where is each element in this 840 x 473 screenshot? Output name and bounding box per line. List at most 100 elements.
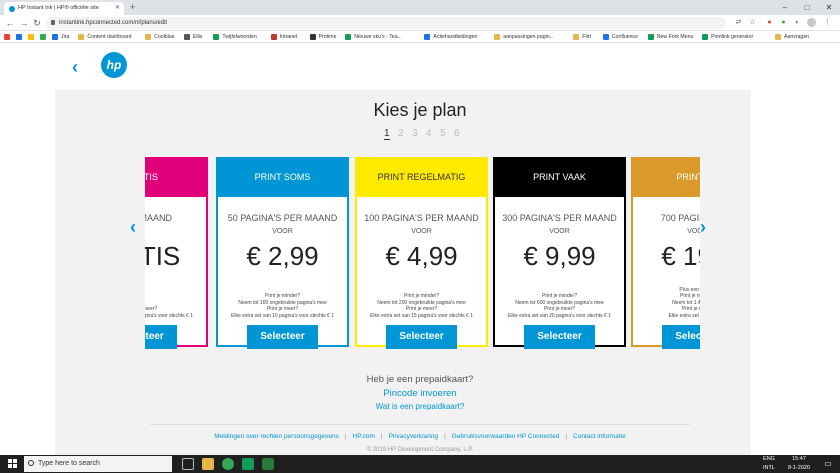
profile-icon[interactable]: [807, 18, 816, 27]
bookmark-item[interactable]: Printlink generator: [702, 32, 753, 42]
url-field[interactable]: instantink.hpconnected.com/nl/plans/edit: [46, 17, 726, 29]
close-window-icon[interactable]: ✕: [818, 0, 840, 15]
back-icon[interactable]: ←: [4, 16, 16, 30]
plan-note: Print je meer?: [145, 306, 158, 312]
footer-link[interactable]: Contact informatie: [573, 433, 626, 440]
clock[interactable]: 15:47 8-1-2020: [782, 455, 816, 473]
clock-time: 15:47: [792, 456, 806, 462]
carousel-next-icon[interactable]: ›: [700, 217, 706, 238]
plan-price: € 4,99: [385, 241, 458, 271]
what-is-prepaid-link[interactable]: Wat is een prepaidkaart?: [0, 402, 840, 411]
bookmark-item[interactable]: Coolblue: [145, 32, 175, 42]
maximize-icon[interactable]: □: [796, 0, 818, 15]
bookmark-item[interactable]: Intranet: [270, 32, 297, 42]
footer-link[interactable]: Gebruiksvoorwaarden HP Connected: [452, 433, 560, 440]
bookmark-item[interactable]: [16, 32, 25, 42]
bookmark-item[interactable]: aanpassingen pagin...: [494, 32, 554, 42]
bookmark-item[interactable]: Protime: [309, 32, 336, 42]
pager-page-3[interactable]: 3: [412, 128, 418, 139]
language-indicator: ENG INTL: [762, 455, 776, 473]
select-plan-button[interactable]: Selecteer: [247, 325, 318, 349]
bookmark-item[interactable]: Content dashboard: [78, 32, 132, 42]
bookmark-item[interactable]: [28, 32, 37, 42]
pager-page-5[interactable]: 5: [440, 128, 446, 139]
bookmark-label: Jira: [61, 34, 70, 40]
bookmark-item[interactable]: Actiehandleidingen: [424, 32, 477, 42]
plan-pages: 300 PAGINA'S PER MAAND: [502, 213, 617, 223]
back-chevron-icon[interactable]: ‹: [72, 57, 78, 78]
taskbar-search[interactable]: Type here to search: [24, 456, 172, 472]
reload-icon[interactable]: ↻: [31, 16, 43, 30]
footer-separator: |: [344, 433, 347, 440]
plan-note: Print je minder?: [264, 293, 300, 299]
translate-icon[interactable]: ⇄: [734, 18, 743, 27]
select-plan-button[interactable]: Selecteer: [662, 325, 700, 349]
bookmark-label: Confluence: [611, 34, 639, 40]
pager-page-4[interactable]: 4: [426, 128, 432, 139]
pager-page-2[interactable]: 2: [398, 128, 404, 139]
bookmark-item[interactable]: [40, 32, 49, 42]
bookmark-item[interactable]: Confluence: [602, 32, 639, 42]
select-plan-button[interactable]: Selecteer: [524, 325, 595, 349]
footer-separator: |: [380, 433, 383, 440]
bookmark-label: Nieuwe sku's - Tea...: [354, 34, 402, 40]
prepaid-question: Heb je een prepaidkaart?: [366, 374, 474, 385]
plan-card: PRINT SOMS 50 PAGINA'S PER MAAND VOOR € 2,9…: [216, 157, 349, 349]
footer-link[interactable]: Privacyverklaring: [389, 433, 439, 440]
select-plan-button[interactable]: Selecteer: [145, 325, 177, 349]
bookmark-icon: [145, 34, 152, 40]
extension-icon[interactable]: ●: [765, 18, 774, 27]
extension-icon-3[interactable]: ◐: [793, 18, 802, 27]
bookmark-item[interactable]: Ellis: [183, 32, 203, 42]
taskbar-search-placeholder: Type here to search: [38, 460, 100, 467]
pincode-link[interactable]: Pincode invoeren: [0, 388, 840, 399]
bookmark-item[interactable]: Jira: [52, 32, 69, 42]
forward-icon[interactable]: →: [18, 16, 30, 30]
chrome-icon[interactable]: [222, 458, 234, 470]
file-explorer-icon[interactable]: [202, 458, 214, 470]
plan-note: Neem tot 100 ongebruikte pagina's mee: [238, 299, 327, 306]
select-plan-button[interactable]: Selecteer: [386, 325, 457, 349]
site-header: [55, 43, 751, 90]
bookmark-label: Actiehandleidingen: [433, 34, 478, 40]
close-tab-icon[interactable]: ✕: [115, 2, 120, 15]
bookmark-star-icon[interactable]: ☆: [748, 18, 757, 27]
plan-note: Print je minder?: [403, 293, 439, 299]
spotify-icon[interactable]: [242, 458, 254, 470]
plan-name: PRINT REGELMATIG: [355, 157, 488, 197]
browser-tab-bar: HP Instant Ink | HP® officiële site ✕ + …: [0, 0, 840, 15]
plan-note: Print je minder?: [679, 293, 700, 299]
lang-layout: INTL: [763, 465, 775, 471]
notifications-icon[interactable]: ▭: [822, 455, 834, 473]
bookmark-item[interactable]: Aanvragen: [775, 32, 809, 42]
carousel-prev-icon[interactable]: ‹: [130, 217, 136, 238]
footer-link[interactable]: HP.com: [353, 433, 375, 440]
bookmark-item[interactable]: New Fork Menu: [647, 32, 693, 42]
footer-links: Meldingen over rechten persoonsgegevens |…: [0, 433, 840, 440]
bookmark-icon: [424, 34, 431, 40]
pager-page-1[interactable]: 1: [384, 128, 390, 140]
bookmark-item[interactable]: [4, 32, 13, 42]
plan-pager: 123456: [380, 128, 470, 142]
pager-page-6[interactable]: 6: [454, 128, 460, 139]
minimize-icon[interactable]: –: [774, 0, 796, 15]
bookmark-item[interactable]: Twijfelwoorden: [213, 32, 257, 42]
bookmark-icon: [573, 34, 580, 40]
plan-note: Plus een extra...: [679, 286, 700, 293]
bookmark-label: Content dashboard: [87, 34, 132, 40]
menu-icon[interactable]: ⋮: [823, 18, 832, 27]
copyright: © 2019 HP Development Company, L.P.: [366, 447, 474, 453]
plan-pages: 50 PAGINA'S PER MAAND: [227, 213, 338, 223]
footer-link[interactable]: Meldingen over rechten persoonsgegevens: [214, 433, 339, 440]
bookmark-item[interactable]: Flirt: [573, 32, 591, 42]
windows-start-icon[interactable]: [8, 459, 18, 469]
new-tab-icon[interactable]: +: [130, 2, 135, 13]
excel-icon[interactable]: [262, 458, 274, 470]
bookmark-icon: [4, 34, 10, 40]
hp-logo[interactable]: hp: [101, 52, 127, 78]
bookmark-label: Ellis: [192, 34, 203, 40]
bookmark-item[interactable]: Nieuwe sku's - Tea...: [345, 32, 402, 42]
browser-tab[interactable]: HP Instant Ink | HP® officiële site ✕: [4, 2, 124, 15]
task-view-icon[interactable]: [182, 458, 194, 470]
extension-icon-2[interactable]: ●: [779, 18, 788, 27]
